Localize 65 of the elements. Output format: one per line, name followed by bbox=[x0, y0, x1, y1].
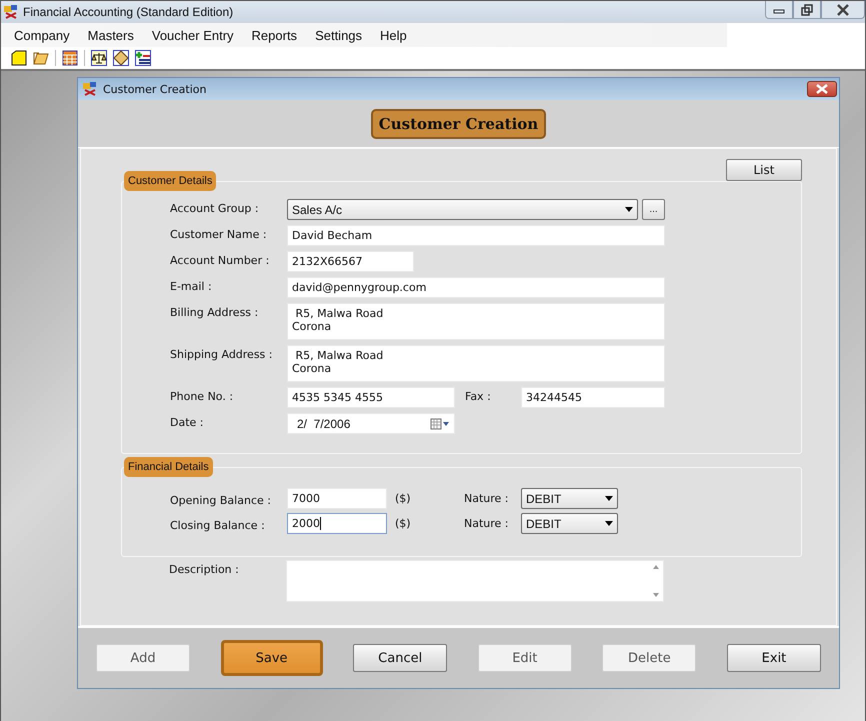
field-label: Account Group : bbox=[170, 201, 260, 215]
note-icon[interactable] bbox=[113, 50, 129, 66]
input-field[interactable]: 34244545 bbox=[521, 387, 665, 408]
window-title: Financial Accounting (Standard Edition) bbox=[23, 5, 234, 19]
minimize-button[interactable] bbox=[765, 1, 793, 19]
browse-button[interactable]: ... bbox=[642, 199, 665, 220]
restore-icon bbox=[800, 4, 814, 16]
amount-field[interactable]: 2000 bbox=[287, 513, 387, 534]
date-picker[interactable]: 2/ 7/2006 bbox=[287, 413, 455, 434]
section-legend: Customer Details bbox=[124, 171, 216, 191]
list-button[interactable]: List bbox=[726, 159, 802, 181]
folder-icon[interactable] bbox=[33, 50, 49, 66]
field-label: Fax : bbox=[465, 389, 492, 403]
input-field[interactable]: david@pennygroup.com bbox=[287, 277, 665, 298]
menu-item[interactable]: Help bbox=[371, 28, 416, 42]
action-button[interactable]: Exit bbox=[726, 644, 821, 672]
input-field[interactable]: 4535 5345 4555 bbox=[287, 387, 455, 408]
menu-item[interactable]: Masters bbox=[78, 28, 143, 42]
field-label: Nature : bbox=[464, 517, 510, 530]
close-button[interactable] bbox=[821, 1, 865, 19]
new-document-icon[interactable] bbox=[11, 50, 27, 66]
dropdown[interactable]: DEBIT bbox=[521, 488, 618, 509]
field-label: Date : bbox=[170, 415, 204, 429]
scales-icon[interactable] bbox=[91, 50, 107, 66]
field-label: Customer Name : bbox=[170, 227, 268, 241]
app-logo-icon bbox=[3, 4, 19, 20]
input-field[interactable]: 2132X66567 bbox=[287, 251, 414, 272]
caret-icon bbox=[625, 207, 633, 212]
close-button[interactable] bbox=[807, 81, 837, 97]
field-label: Shipping Address : bbox=[170, 347, 274, 361]
field-label: Opening Balance : bbox=[170, 492, 272, 506]
calendar-icon bbox=[430, 418, 450, 430]
app-logo-icon bbox=[82, 81, 98, 97]
field-label: Account Number : bbox=[170, 253, 270, 267]
close-icon bbox=[815, 84, 829, 94]
field-label: Nature : bbox=[464, 492, 510, 505]
amount-field[interactable]: 7000 bbox=[287, 488, 387, 509]
field-label: Billing Address : bbox=[170, 305, 260, 319]
table-icon[interactable] bbox=[62, 50, 78, 66]
menu-item[interactable]: Voucher Entry bbox=[142, 28, 243, 42]
section-legend: Financial Details bbox=[124, 457, 213, 477]
dropdown[interactable]: Sales A/c bbox=[287, 199, 638, 220]
close-icon bbox=[836, 4, 850, 16]
menu-item[interactable]: Settings bbox=[306, 28, 372, 42]
restore-button[interactable] bbox=[793, 1, 821, 19]
dropdown[interactable]: DEBIT bbox=[521, 513, 618, 534]
caret-icon bbox=[605, 521, 613, 526]
currency-label: ($) bbox=[395, 492, 412, 505]
add-list-icon[interactable] bbox=[135, 50, 151, 66]
currency-label: ($) bbox=[395, 517, 412, 530]
action-button[interactable]: Cancel bbox=[353, 644, 448, 672]
address-field[interactable]: R5, Malwa Road Corona bbox=[287, 303, 665, 340]
field-label: Description : bbox=[169, 562, 240, 576]
field-label: Closing Balance : bbox=[170, 518, 266, 532]
dialog-title: Customer Creation bbox=[103, 82, 206, 96]
menu-item[interactable]: Company bbox=[5, 28, 79, 42]
field-label: E-mail : bbox=[170, 279, 213, 293]
caret-icon bbox=[605, 496, 613, 501]
description-field[interactable] bbox=[286, 560, 664, 602]
form-heading: Customer Creation bbox=[370, 108, 546, 138]
input-field[interactable]: David Becham bbox=[287, 225, 665, 246]
field-label: Phone No. : bbox=[170, 389, 234, 403]
menu-item[interactable]: Reports bbox=[242, 28, 306, 42]
action-button[interactable]: Save bbox=[220, 640, 323, 676]
address-field[interactable]: R5, Malwa Road Corona bbox=[287, 345, 665, 382]
